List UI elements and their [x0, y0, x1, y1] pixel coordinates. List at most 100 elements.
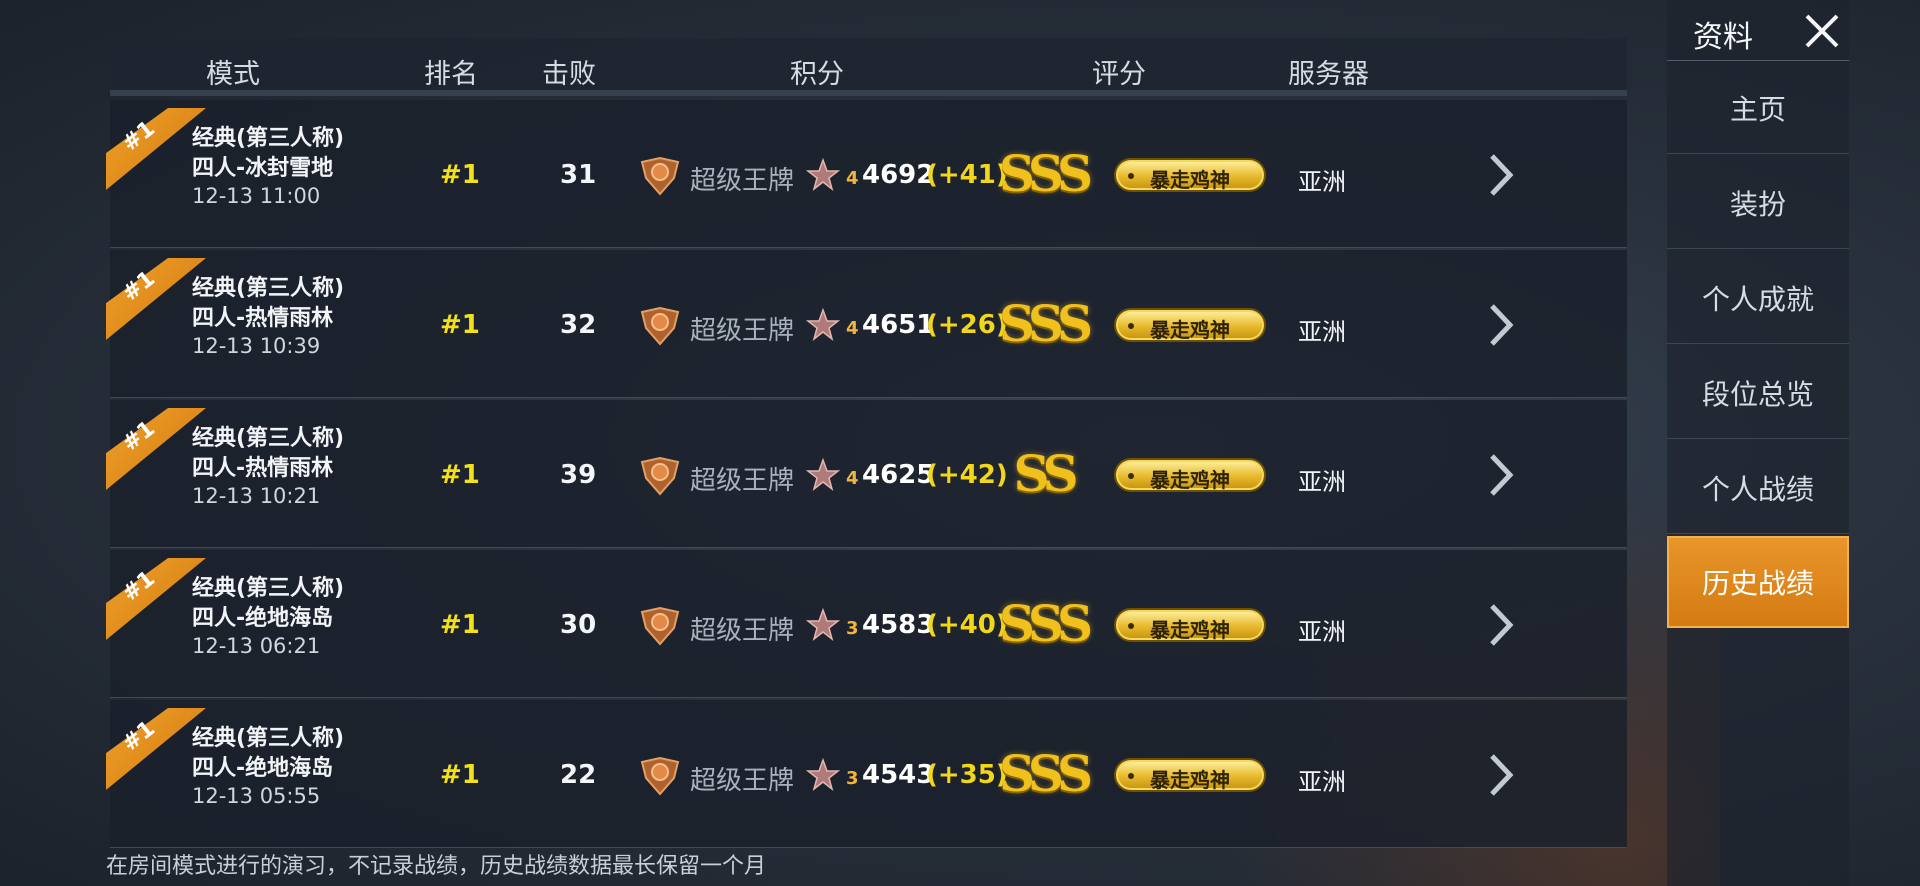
tier-name: 超级王牌 — [690, 166, 795, 196]
match-time: 12-13 06:21 — [192, 634, 321, 658]
match-time: 12-13 10:21 — [192, 484, 321, 508]
server-value: 亚洲 — [1298, 768, 1346, 796]
grade-badge: SSS — [998, 144, 1093, 203]
sidebar-item-label: 个人战绩 — [1701, 472, 1814, 506]
sidebar-title: 资料 — [1693, 20, 1753, 55]
title-text: 暴走鸡神 — [1150, 468, 1230, 492]
row-detail-button[interactable] — [1486, 152, 1516, 198]
header-server: 服务器 — [1288, 59, 1369, 90]
chevron-right-icon — [1490, 754, 1514, 796]
tier-name: 超级王牌 — [690, 766, 795, 796]
sidebar-item-home[interactable]: 主页 — [1667, 62, 1849, 154]
rank-value: #1 — [440, 460, 480, 490]
grade-badge: SS — [1013, 444, 1078, 503]
sidebar-item-label: 装扮 — [1729, 187, 1786, 221]
match-time: 12-13 05:55 — [192, 784, 321, 808]
tier-name: 超级王牌 — [690, 616, 795, 646]
title-text: 暴走鸡神 — [1150, 318, 1230, 342]
rank-ribbon — [106, 108, 206, 190]
map-label: 四人-冰封雪地 — [192, 156, 334, 181]
sidebar-item-label: 主页 — [1729, 92, 1786, 126]
title-badge-dot — [1128, 473, 1134, 479]
rank-ribbon — [106, 408, 206, 490]
table-row[interactable]: #1 经典(第三人称) 四人-绝地海岛 12-13 06:21 #1 30 超级… — [106, 550, 1627, 698]
ace-tier-icon — [640, 156, 680, 196]
title-badge: 暴走鸡神 — [1114, 758, 1266, 792]
tier-name: 超级王牌 — [690, 466, 795, 496]
title-badge-dot — [1128, 623, 1134, 629]
ace-tier-icon — [640, 306, 680, 346]
chevron-right-icon — [1490, 604, 1514, 646]
kills-value: 31 — [560, 160, 597, 190]
header-points: 积分 — [790, 59, 844, 90]
title-badge: 暴走鸡神 — [1114, 458, 1266, 492]
map-label: 四人-热情雨林 — [192, 306, 334, 331]
rank-value: #1 — [440, 310, 480, 340]
score-value: 4692 — [862, 160, 935, 190]
star-icon — [806, 758, 840, 791]
header-kills: 击败 — [542, 59, 596, 90]
rank-ribbon — [106, 708, 206, 790]
close-button[interactable] — [1801, 10, 1843, 52]
ace-tier-icon — [640, 756, 680, 796]
title-text: 暴走鸡神 — [1150, 768, 1230, 792]
rank-value: #1 — [440, 610, 480, 640]
server-value: 亚洲 — [1298, 468, 1346, 496]
score-value: 4625 — [862, 460, 935, 490]
row-detail-button[interactable] — [1486, 752, 1516, 798]
grade-badge: SSS — [998, 594, 1093, 653]
row-detail-button[interactable] — [1486, 602, 1516, 648]
header-rating: 评分 — [1092, 59, 1146, 90]
star-level: 3 — [846, 768, 859, 789]
star-level: 4 — [846, 468, 859, 489]
sidebar-item-tier-overview[interactable]: 段位总览 — [1667, 347, 1849, 439]
title-badge-dot — [1128, 773, 1134, 779]
close-icon — [1805, 14, 1839, 48]
mode-label: 经典(第三人称) — [192, 726, 345, 751]
rank-value: #1 — [440, 760, 480, 790]
kills-value: 39 — [560, 460, 597, 490]
score-value: 4651 — [862, 310, 935, 340]
sidebar-divider — [1667, 60, 1849, 61]
row-detail-button[interactable] — [1486, 302, 1516, 348]
rank-ribbon — [106, 258, 206, 340]
sidebar-item-label: 历史战绩 — [1701, 567, 1814, 600]
match-history-table: 模式 排名 击败 积分 评分 服务器 #1 经典(第三人称) 四人-冰封雪地 1… — [106, 38, 1627, 848]
table-row[interactable]: #1 经典(第三人称) 四人-热情雨林 12-13 10:39 #1 32 超级… — [106, 250, 1627, 398]
mode-label: 经典(第三人称) — [192, 126, 345, 151]
star-icon — [806, 458, 840, 491]
star-level: 4 — [846, 168, 859, 189]
table-row[interactable]: #1 经典(第三人称) 四人-热情雨林 12-13 10:21 #1 39 超级… — [106, 400, 1627, 548]
sidebar: 资料 主页 装扮 个人成就 段位总览 个人战绩 历史战绩 — [1667, 0, 1849, 886]
sidebar-item-personal-record[interactable]: 个人战绩 — [1667, 442, 1849, 534]
mode-label: 经典(第三人称) — [192, 576, 345, 601]
rank-value: #1 — [440, 160, 480, 190]
sidebar-item-outfit[interactable]: 装扮 — [1667, 157, 1849, 249]
ace-tier-icon — [640, 456, 680, 496]
tier-name: 超级王牌 — [690, 316, 795, 346]
title-text: 暴走鸡神 — [1150, 618, 1230, 642]
sidebar-item-achievements[interactable]: 个人成就 — [1667, 252, 1849, 344]
table-header: 模式 排名 击败 积分 评分 服务器 — [110, 38, 1627, 96]
sidebar-item-match-history[interactable]: 历史战绩 — [1667, 536, 1849, 628]
star-icon — [806, 608, 840, 641]
title-badge-dot — [1128, 173, 1134, 179]
chevron-right-icon — [1490, 454, 1514, 496]
grade-badge: SSS — [998, 744, 1093, 803]
match-time: 12-13 10:39 — [192, 334, 321, 358]
table-row[interactable]: #1 经典(第三人称) 四人-冰封雪地 12-13 11:00 #1 31 超级… — [106, 100, 1627, 248]
title-badge: 暴走鸡神 — [1114, 608, 1266, 642]
title-badge-dot — [1128, 323, 1134, 329]
row-detail-button[interactable] — [1486, 452, 1516, 498]
sidebar-item-label: 段位总览 — [1701, 377, 1814, 411]
map-label: 四人-绝地海岛 — [192, 606, 334, 631]
grade-badge: SSS — [998, 294, 1093, 353]
table-row[interactable]: #1 经典(第三人称) 四人-绝地海岛 12-13 05:55 #1 22 超级… — [106, 700, 1627, 848]
server-value: 亚洲 — [1298, 618, 1346, 646]
mode-label: 经典(第三人称) — [192, 426, 345, 451]
mode-label: 经典(第三人称) — [192, 276, 345, 301]
star-level: 3 — [846, 618, 859, 639]
kills-value: 30 — [560, 610, 597, 640]
server-value: 亚洲 — [1298, 168, 1346, 196]
map-label: 四人-绝地海岛 — [192, 756, 334, 781]
